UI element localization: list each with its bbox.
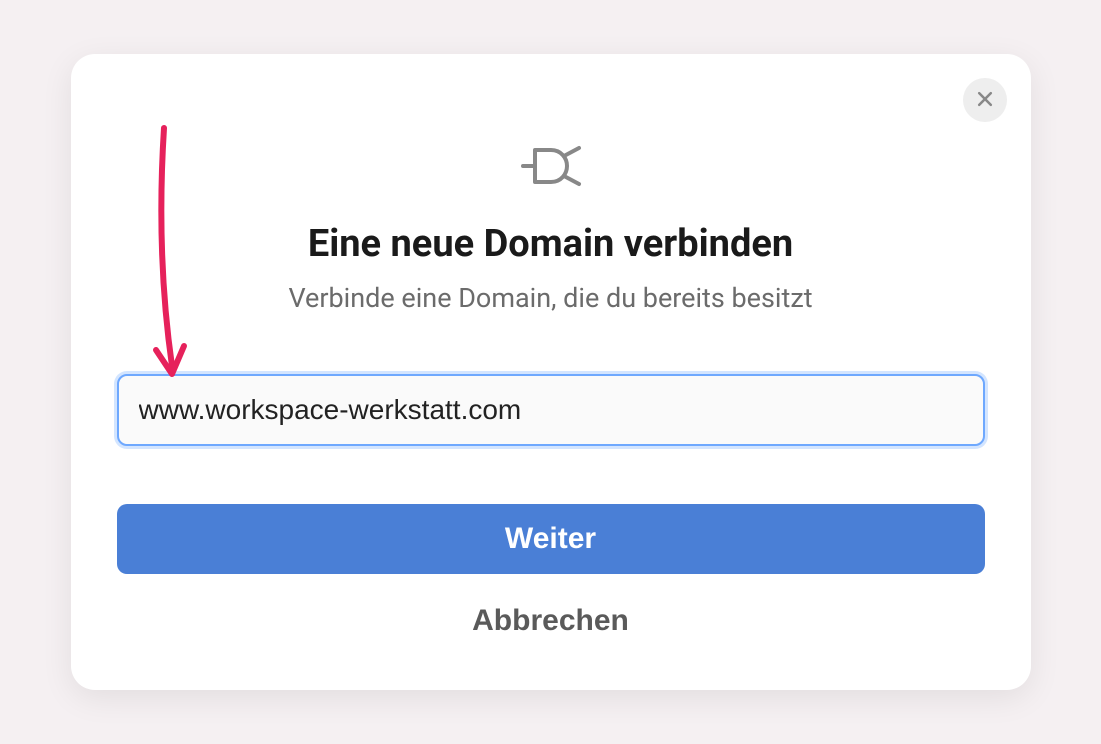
close-button[interactable] [963, 78, 1007, 122]
modal-subtitle: Verbinde eine Domain, die du bereits bes… [288, 282, 812, 314]
close-icon [975, 89, 995, 112]
cancel-button[interactable]: Abbrechen [472, 604, 629, 638]
modal-title: Eine neue Domain verbinden [308, 222, 793, 266]
connect-domain-modal: Eine neue Domain verbinden Verbinde eine… [71, 54, 1031, 690]
domain-input[interactable] [117, 374, 985, 446]
plug-icon [517, 134, 585, 194]
continue-button[interactable]: Weiter [117, 504, 985, 574]
